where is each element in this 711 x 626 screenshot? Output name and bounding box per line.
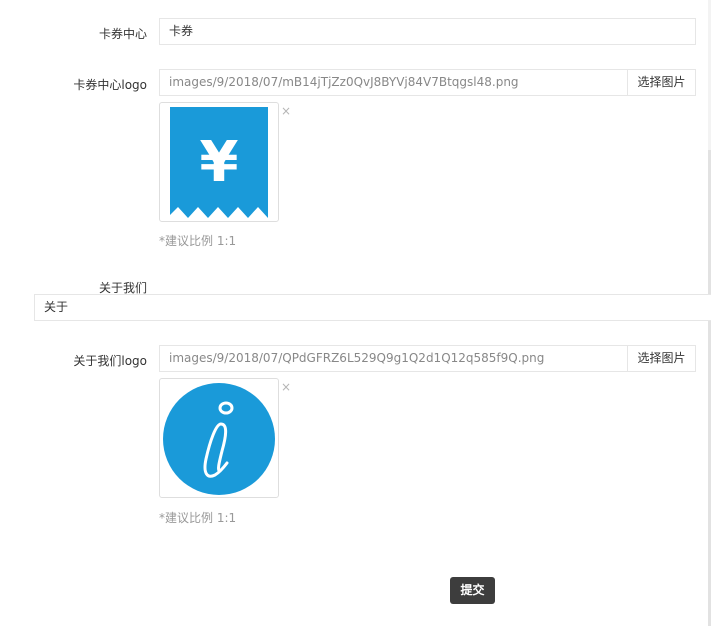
- coupon-center-label: 卡券中心: [98, 27, 147, 41]
- coupon-center-input[interactable]: 卡券: [159, 18, 696, 45]
- coupon-logo-path-input[interactable]: images/9/2018/07/mB14jTjZz0QvJ8BYVj84V7B…: [159, 69, 628, 96]
- coupon-logo-hint: *建议比例 1:1: [159, 234, 237, 248]
- about-logo-label: 关于我们logo: [73, 354, 147, 368]
- about-logo-pick-button[interactable]: 选择图片: [627, 345, 696, 372]
- info-circle-bg: [163, 383, 275, 495]
- coupon-logo-pick-button[interactable]: 选择图片: [627, 69, 696, 96]
- about-us-input[interactable]: 关于: [34, 294, 711, 321]
- about-logo-path-input[interactable]: images/9/2018/07/QPdGFRZ6L529Q9g1Q2d1Q12…: [159, 345, 628, 372]
- coupon-logo-remove-icon[interactable]: ×: [281, 105, 291, 117]
- info-circle-icon: [163, 383, 275, 495]
- about-logo-remove-icon[interactable]: ×: [281, 381, 291, 393]
- yen-ticket-icon: ¥: [170, 107, 268, 218]
- about-logo-preview: [159, 378, 279, 498]
- yen-glyph: ¥: [200, 130, 239, 195]
- coupon-logo-preview: ¥: [159, 102, 279, 222]
- coupon-logo-label: 卡券中心logo: [73, 78, 147, 92]
- about-logo-hint: *建议比例 1:1: [159, 511, 237, 525]
- submit-button[interactable]: 提交: [450, 577, 495, 604]
